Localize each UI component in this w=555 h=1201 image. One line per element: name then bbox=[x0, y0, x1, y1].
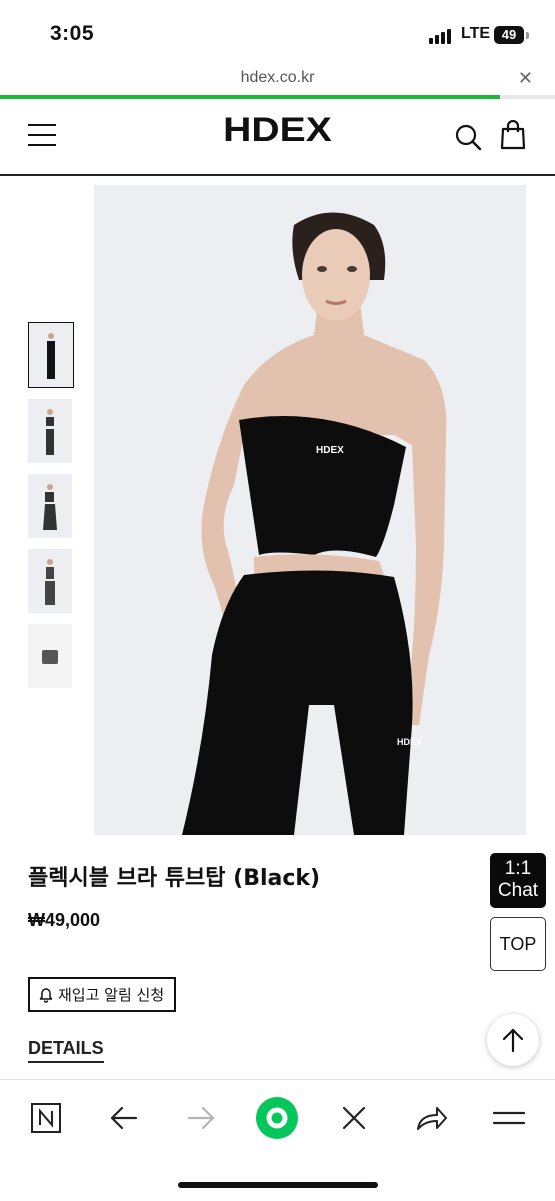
status-time: 3:05 bbox=[50, 22, 95, 45]
share-icon[interactable] bbox=[411, 1098, 451, 1138]
url-bar[interactable]: hdex.co.kr ✕ bbox=[0, 64, 555, 94]
product-main-image[interactable]: HDEX HDEX bbox=[94, 185, 526, 835]
svg-text:HDEX: HDEX bbox=[397, 737, 422, 747]
home-indicator bbox=[178, 1182, 378, 1188]
chat-button[interactable]: 1:1 Chat bbox=[490, 853, 546, 908]
network-type: LTE bbox=[461, 25, 491, 42]
restock-alert-button[interactable]: 재입고 알림 신청 bbox=[28, 977, 177, 1012]
status-bar: 3:05 LTE 49 bbox=[0, 0, 555, 64]
thumbnail-list bbox=[28, 322, 74, 699]
model-illustration: HDEX HDEX bbox=[182, 212, 447, 835]
thumbnail-3[interactable] bbox=[28, 474, 72, 538]
close-icon[interactable]: ✕ bbox=[518, 68, 533, 89]
thumbnail-5[interactable] bbox=[28, 624, 72, 688]
bell-icon bbox=[39, 987, 53, 1003]
back-arrow-icon[interactable] bbox=[104, 1098, 144, 1138]
restock-label: 재입고 알림 신청 bbox=[58, 986, 165, 1004]
chat-label-line1: 1:1 bbox=[504, 858, 532, 879]
arrow-up-icon bbox=[502, 1028, 524, 1053]
product-price: ₩49,000 bbox=[28, 910, 101, 930]
product-title: 플렉시블 브라 튜브탑 (Black) bbox=[28, 866, 321, 891]
close-icon[interactable] bbox=[334, 1098, 374, 1138]
url-text[interactable]: hdex.co.kr bbox=[0, 69, 555, 87]
forward-arrow-icon[interactable] bbox=[181, 1098, 221, 1138]
thumbnail-4[interactable] bbox=[28, 549, 72, 613]
scroll-to-top-button[interactable] bbox=[487, 1014, 539, 1066]
details-tab[interactable]: DETAILS bbox=[28, 1038, 104, 1063]
svg-text:HDEX: HDEX bbox=[316, 445, 344, 456]
thumbnail-2[interactable] bbox=[28, 399, 72, 463]
chat-label-line2: Chat bbox=[497, 880, 539, 901]
search-icon[interactable] bbox=[454, 123, 482, 151]
signal-icon bbox=[429, 28, 455, 44]
naver-n-icon[interactable] bbox=[26, 1098, 66, 1138]
thumbnail-1[interactable] bbox=[28, 322, 74, 388]
top-button[interactable]: TOP bbox=[490, 917, 546, 971]
site-header: HDEX bbox=[0, 99, 555, 176]
hamburger-icon[interactable] bbox=[489, 1098, 529, 1138]
battery-icon: 49 bbox=[494, 26, 524, 44]
shopping-bag-icon[interactable] bbox=[500, 120, 526, 150]
green-dot-icon[interactable] bbox=[255, 1096, 299, 1140]
battery-tip bbox=[526, 32, 529, 39]
